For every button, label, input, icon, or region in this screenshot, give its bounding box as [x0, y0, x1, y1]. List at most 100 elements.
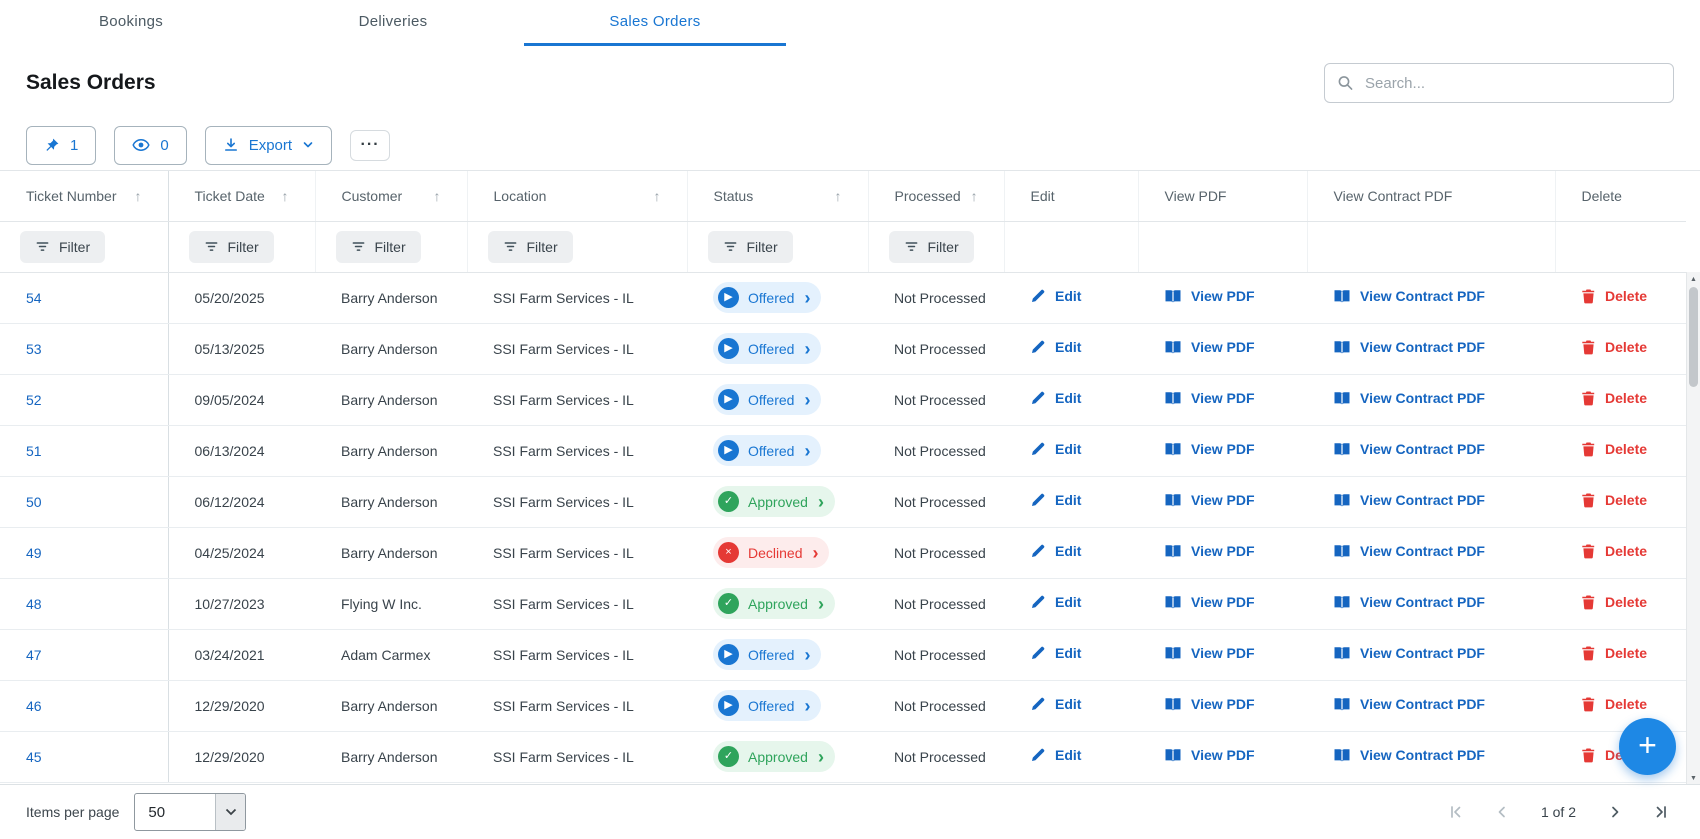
view-contract-pdf-button[interactable]: View Contract PDF — [1333, 441, 1485, 457]
ticket-number-link[interactable]: 48 — [26, 596, 42, 612]
status-badge[interactable]: × Declined › — [713, 537, 830, 568]
search-box — [1324, 63, 1674, 103]
view-pdf-button[interactable]: View PDF — [1164, 594, 1255, 610]
ticket-number-link[interactable]: 45 — [26, 749, 42, 765]
status-badge[interactable]: ▶ Offered › — [713, 639, 822, 670]
ticket-number-link[interactable]: 49 — [26, 545, 42, 561]
view-pdf-button[interactable]: View PDF — [1164, 288, 1255, 304]
filter-cell: Filter — [868, 221, 1005, 273]
ticket-number-link[interactable]: 47 — [26, 647, 42, 663]
edit-button[interactable]: Edit — [1030, 339, 1081, 355]
ticket-number-link[interactable]: 53 — [26, 341, 42, 357]
delete-button[interactable]: Delete — [1581, 390, 1647, 406]
delete-button[interactable]: Delete — [1581, 645, 1647, 661]
column-header-ticket-date[interactable]: Ticket Date ↑ — [168, 171, 316, 222]
filter-button-customer[interactable]: Filter — [335, 230, 421, 263]
status-badge[interactable]: ▶ Offered › — [713, 384, 822, 415]
pinned-columns-button[interactable]: 1 — [26, 125, 97, 165]
view-pdf-button[interactable]: View PDF — [1164, 696, 1255, 712]
view-contract-pdf-button[interactable]: View Contract PDF — [1333, 339, 1485, 355]
filter-button-processed[interactable]: Filter — [888, 230, 974, 263]
table-row: 45 12/29/2020 Barry Anderson SSI Farm Se… — [0, 731, 1686, 783]
view-contract-pdf-button[interactable]: View Contract PDF — [1333, 288, 1485, 304]
add-button[interactable]: + — [1619, 718, 1676, 775]
vertical-scrollbar[interactable]: ▲ ▼ — [1686, 272, 1700, 785]
delete-button[interactable]: Delete — [1581, 339, 1647, 355]
view-pdf-button[interactable]: View PDF — [1164, 645, 1255, 661]
previous-page-button[interactable] — [1489, 799, 1515, 825]
sort-arrow-icon[interactable]: ↑ — [835, 188, 842, 204]
delete-button[interactable]: Delete — [1581, 594, 1647, 610]
scrollbar-thumb[interactable] — [1689, 287, 1698, 387]
view-pdf-button[interactable]: View PDF — [1164, 747, 1255, 763]
next-page-button[interactable] — [1602, 799, 1628, 825]
column-header-customer[interactable]: Customer ↑ — [315, 171, 468, 222]
column-header-status[interactable]: Status ↑ — [687, 171, 869, 222]
sort-arrow-icon[interactable]: ↑ — [654, 188, 661, 204]
tab-deliveries[interactable]: Deliveries — [262, 0, 524, 46]
sort-arrow-icon[interactable]: ↑ — [434, 188, 441, 204]
column-header-location[interactable]: Location ↑ — [467, 171, 688, 222]
filter-button-location[interactable]: Filter — [487, 230, 573, 263]
edit-button[interactable]: Edit — [1030, 696, 1081, 712]
view-pdf-button[interactable]: View PDF — [1164, 339, 1255, 355]
filter-button-status[interactable]: Filter — [707, 230, 793, 263]
view-contract-pdf-button[interactable]: View Contract PDF — [1333, 645, 1485, 661]
ticket-number-link[interactable]: 54 — [26, 290, 42, 306]
view-contract-pdf-button[interactable]: View Contract PDF — [1333, 747, 1485, 763]
filter-button-ticket-number[interactable]: Filter — [20, 230, 106, 263]
sort-arrow-icon[interactable]: ↑ — [971, 188, 978, 204]
status-badge[interactable]: ▶ Offered › — [713, 690, 822, 721]
delete-button[interactable]: Delete — [1581, 288, 1647, 304]
edit-button[interactable]: Edit — [1030, 492, 1081, 508]
status-badge[interactable]: ✓ Approved › — [713, 588, 835, 619]
view-contract-pdf-button[interactable]: View Contract PDF — [1333, 492, 1485, 508]
view-pdf-button[interactable]: View PDF — [1164, 441, 1255, 457]
view-contract-pdf-button[interactable]: View Contract PDF — [1333, 696, 1485, 712]
status-badge[interactable]: ▶ Offered › — [713, 333, 822, 364]
scroll-up-arrow[interactable]: ▲ — [1687, 272, 1700, 286]
delete-button[interactable]: Delete — [1581, 492, 1647, 508]
status-badge[interactable]: ▶ Offered › — [713, 435, 822, 466]
last-page-button[interactable] — [1648, 799, 1674, 825]
sort-arrow-icon[interactable]: ↑ — [135, 188, 142, 204]
edit-label: Edit — [1055, 696, 1082, 712]
items-per-page-select[interactable]: 50 — [134, 793, 247, 831]
tab-sales-orders[interactable]: Sales Orders — [524, 0, 786, 46]
chevron-right-icon: › — [812, 542, 819, 563]
status-badge[interactable]: ✓ Approved › — [713, 741, 835, 772]
export-button[interactable]: Export — [204, 125, 333, 165]
ticket-number-link[interactable]: 46 — [26, 698, 42, 714]
hidden-columns-button[interactable]: 0 — [114, 125, 187, 165]
column-header-processed[interactable]: Processed ↑ — [868, 171, 1005, 222]
delete-button[interactable]: Delete — [1581, 696, 1647, 712]
edit-button[interactable]: Edit — [1030, 288, 1081, 304]
view-pdf-button[interactable]: View PDF — [1164, 543, 1255, 559]
edit-button[interactable]: Edit — [1030, 645, 1081, 661]
delete-button[interactable]: Delete — [1581, 441, 1647, 457]
view-contract-pdf-button[interactable]: View Contract PDF — [1333, 543, 1485, 559]
ticket-number-link[interactable]: 52 — [26, 392, 42, 408]
view-pdf-button[interactable]: View PDF — [1164, 492, 1255, 508]
edit-button[interactable]: Edit — [1030, 390, 1081, 406]
ticket-number-link[interactable]: 50 — [26, 494, 42, 510]
ticket-number-link[interactable]: 51 — [26, 443, 42, 459]
edit-button[interactable]: Edit — [1030, 594, 1081, 610]
more-options-button[interactable]: ··· — [350, 129, 391, 161]
scroll-down-arrow[interactable]: ▼ — [1687, 771, 1700, 785]
edit-button[interactable]: Edit — [1030, 747, 1081, 763]
search-input[interactable] — [1324, 63, 1674, 103]
status-badge[interactable]: ✓ Approved › — [713, 486, 835, 517]
column-header-ticket-number[interactable]: Ticket Number ↑ — [0, 171, 169, 222]
sort-arrow-icon[interactable]: ↑ — [282, 188, 289, 204]
delete-button[interactable]: Delete — [1581, 543, 1647, 559]
view-pdf-button[interactable]: View PDF — [1164, 390, 1255, 406]
view-contract-pdf-button[interactable]: View Contract PDF — [1333, 594, 1485, 610]
edit-button[interactable]: Edit — [1030, 543, 1081, 559]
view-contract-pdf-button[interactable]: View Contract PDF — [1333, 390, 1485, 406]
tab-bookings[interactable]: Bookings — [0, 0, 262, 46]
edit-button[interactable]: Edit — [1030, 441, 1081, 457]
status-badge[interactable]: ▶ Offered › — [713, 282, 822, 313]
first-page-button[interactable] — [1443, 799, 1469, 825]
filter-button-ticket-date[interactable]: Filter — [188, 230, 274, 263]
